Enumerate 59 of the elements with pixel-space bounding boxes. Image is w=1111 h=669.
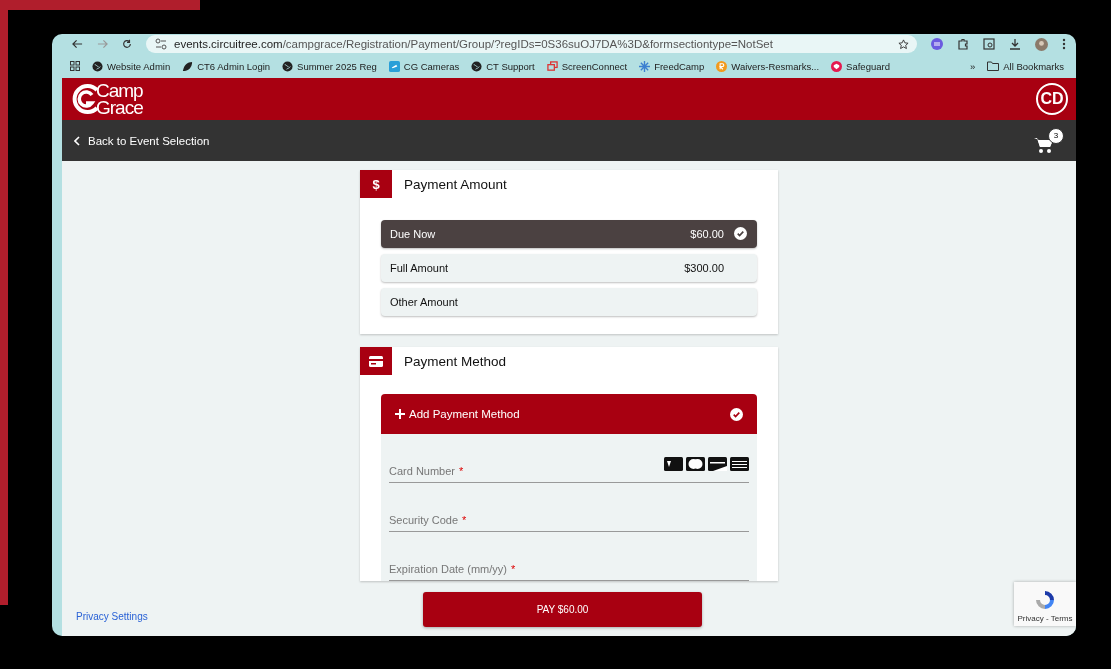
add-payment-method-bar[interactable]: Add Payment Method <box>381 394 757 434</box>
section-title: Payment Amount <box>404 176 507 192</box>
all-bookmarks-link[interactable]: All Bookmarks <box>987 60 1064 72</box>
bookmark-link[interactable]: Summer 2025 Reg <box>282 60 377 72</box>
download-icon[interactable] <box>1009 38 1021 50</box>
bookmark-link[interactable]: ScreenConnect <box>546 60 628 72</box>
url-text: events.circuitree.com/campgrace/Registration/Payment/Group/?regIDs=0S36suOJ7DA%3D&formsectiontype=NotSet <box>174 38 773 50</box>
recaptcha-links[interactable]: Privacy - Terms <box>1017 614 1073 623</box>
check-icon <box>734 227 747 240</box>
globe-icon <box>92 60 103 72</box>
profile-avatar-icon[interactable] <box>1035 37 1048 51</box>
section-title: Payment Method <box>404 353 507 369</box>
mastercard-logo-icon <box>686 456 705 471</box>
bookmark-link[interactable]: CT Support <box>471 60 535 72</box>
snowflake-icon <box>639 60 651 72</box>
bookmark-link[interactable]: CG Cameras <box>388 60 460 72</box>
apps-grid-icon[interactable] <box>70 61 80 71</box>
bookmark-link[interactable]: CT6 Admin Login <box>182 60 271 72</box>
bookmark-link[interactable]: FreedCamp <box>639 60 705 72</box>
windows-icon <box>546 60 558 72</box>
leaf-icon <box>182 60 194 72</box>
globe-icon <box>282 60 294 72</box>
input-field[interactable]: Security Code * <box>389 483 749 532</box>
recaptcha-icon <box>1033 588 1057 612</box>
site-settings-icon[interactable] <box>154 38 168 50</box>
logo-text: Camp <box>96 82 143 99</box>
folder-icon <box>987 61 1000 71</box>
star-icon[interactable] <box>898 38 909 50</box>
bookmark-link[interactable]: Waivers-Resmarks... <box>716 60 820 72</box>
address-bar[interactable]: events.circuitree.com/campgrace/Registration/Payment/Group/?regIDs=0S36suOJ7DA%3D&formsectiontype=NotSet <box>146 35 917 53</box>
bookmark-link[interactable]: Safeguard <box>831 60 890 72</box>
puzzle-icon[interactable] <box>957 38 969 50</box>
back-arrow-icon[interactable] <box>72 39 83 49</box>
shield-circle-icon <box>831 60 843 72</box>
input-field[interactable]: Expiration Date (mm/yy) * <box>389 532 749 581</box>
extension-circle-icon[interactable] <box>931 38 943 50</box>
dollar-icon: $ <box>360 170 392 198</box>
reload-icon[interactable] <box>122 39 132 49</box>
amount-option[interactable]: Full Amount $300.00 <box>381 254 757 282</box>
plus-icon <box>395 409 405 419</box>
letter-badge-icon <box>716 60 728 72</box>
check-icon <box>730 407 743 421</box>
input-field[interactable]: Card Number * <box>389 434 749 483</box>
back-link[interactable]: Back to Event Selection <box>74 134 210 147</box>
tab-search-icon[interactable] <box>983 38 995 50</box>
amount-option[interactable]: Due Now $60.00 <box>381 220 757 248</box>
camera-icon <box>388 60 400 72</box>
kebab-menu-icon[interactable] <box>1062 38 1066 50</box>
user-avatar[interactable]: CD <box>1036 83 1068 115</box>
bookmark-link[interactable]: Website Admin <box>92 60 171 72</box>
add-payment-method-label: Add Payment Method <box>409 408 521 420</box>
amount-option[interactable]: Other Amount <box>381 288 757 316</box>
pay-button[interactable]: PAY $60.00 <box>423 592 702 627</box>
privacy-settings-link[interactable]: Privacy Settings <box>76 610 148 622</box>
cart-count-badge: 3 <box>1048 127 1064 144</box>
chevron-left-icon <box>74 135 80 146</box>
globe-icon <box>471 60 483 72</box>
more-bookmarks-button[interactable]: » <box>970 60 976 72</box>
cart-button[interactable]: 3 <box>1034 127 1064 154</box>
